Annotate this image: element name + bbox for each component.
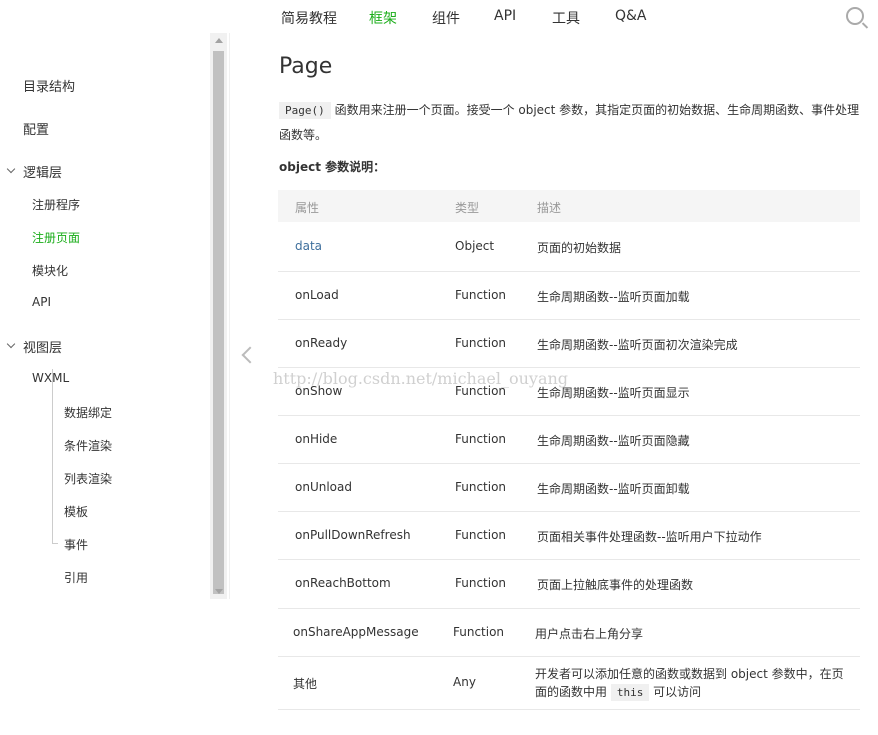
scrollbar-thumb[interactable] (213, 51, 224, 594)
sidebar-item-template[interactable]: 模板 (64, 503, 88, 520)
property-cell: onHide (295, 432, 337, 446)
sidebar-item-register-app[interactable]: 注册程序 (32, 196, 80, 213)
table-header (278, 190, 860, 222)
tree-line (52, 369, 53, 544)
tree-line-end (52, 543, 58, 544)
section-subheading: object 参数说明： (279, 158, 385, 175)
sidebar-item-api[interactable]: API (32, 295, 51, 309)
description-cell: 生命周期函数--监听页面隐藏 (537, 432, 690, 449)
inline-code: this (611, 684, 650, 701)
column-header-type: 类型 (455, 199, 479, 216)
property-cell: 其他 (293, 675, 317, 692)
sidebar (0, 33, 230, 599)
description-cell: 生命周期函数--监听页面加载 (537, 288, 690, 305)
scroll-up-arrow-icon[interactable] (215, 38, 223, 43)
type-cell: Function (455, 576, 506, 590)
sidebar-item-wxml[interactable]: WXML (32, 371, 69, 385)
type-cell: Function (455, 288, 506, 302)
type-cell: Function (455, 480, 506, 494)
inline-code: Page() (279, 102, 331, 119)
description-cell: 开发者可以添加任意的函数或数据到 object 参数中，在页面的函数中用 thi… (535, 665, 845, 702)
chevron-left-icon[interactable] (242, 347, 259, 364)
sidebar-item-event[interactable]: 事件 (64, 536, 88, 553)
description-cell: 页面上拉触底事件的处理函数 (537, 576, 693, 593)
type-cell: Function (453, 625, 504, 639)
nav-item-components[interactable]: 组件 (432, 8, 460, 28)
description-cell: 生命周期函数--监听页面初次渲染完成 (537, 336, 738, 353)
column-header-description: 描述 (537, 199, 561, 216)
sidebar-item-list-render[interactable]: 列表渲染 (64, 470, 112, 487)
top-nav: 简易教程 框架 组件 API 工具 Q&A (0, 0, 878, 33)
property-cell: onLoad (295, 288, 339, 302)
property-cell: onUnload (295, 480, 352, 494)
type-cell: Function (455, 528, 506, 542)
property-cell: onReady (295, 336, 347, 350)
property-cell: onShareAppMessage (293, 625, 419, 639)
description-cell: 页面的初始数据 (537, 239, 621, 256)
nav-item-framework[interactable]: 框架 (369, 8, 397, 28)
sidebar-item-logic-layer[interactable]: 逻辑层 (23, 162, 62, 181)
sidebar-item-data-binding[interactable]: 数据绑定 (64, 404, 112, 421)
watermark: http://blog.csdn.net/michael_ouyang (273, 369, 568, 388)
nav-item-tutorial[interactable]: 简易教程 (281, 8, 337, 28)
type-cell: Function (455, 432, 506, 446)
sidebar-item-directory[interactable]: 目录结构 (23, 76, 75, 95)
description-cell: 页面相关事件处理函数--监听用户下拉动作 (537, 528, 762, 545)
property-cell: onReachBottom (295, 576, 391, 590)
description-cell: 生命周期函数--监听页面卸载 (537, 480, 690, 497)
sidebar-item-view-layer[interactable]: 视图层 (23, 337, 62, 356)
type-cell: Function (455, 336, 506, 350)
scroll-down-arrow-icon[interactable] (215, 589, 223, 594)
page-title: Page (279, 54, 332, 79)
nav-item-tools[interactable]: 工具 (552, 8, 580, 28)
sidebar-item-conditional[interactable]: 条件渲染 (64, 437, 112, 454)
property-link[interactable]: data (295, 239, 322, 253)
nav-item-api[interactable]: API (494, 8, 516, 24)
sidebar-item-config[interactable]: 配置 (23, 119, 49, 138)
type-cell: Object (455, 239, 494, 253)
sidebar-item-register-page[interactable]: 注册页面 (32, 229, 80, 246)
description-cell: 用户点击右上角分享 (535, 625, 643, 642)
intro-paragraph: Page() 函数用来注册一个页面。接受一个 object 参数，其指定页面的初… (279, 98, 864, 147)
intro-text: 函数用来注册一个页面。接受一个 object 参数，其指定页面的初始数据、生命周… (279, 103, 859, 142)
sidebar-item-modules[interactable]: 模块化 (32, 262, 68, 279)
sidebar-item-import[interactable]: 引用 (64, 569, 88, 586)
nav-item-qa[interactable]: Q&A (615, 8, 647, 24)
column-header-property: 属性 (295, 199, 319, 216)
description-text: 可以访问 (649, 685, 701, 699)
search-icon[interactable] (846, 7, 864, 25)
property-cell: onPullDownRefresh (295, 528, 411, 542)
type-cell: Any (453, 675, 476, 689)
